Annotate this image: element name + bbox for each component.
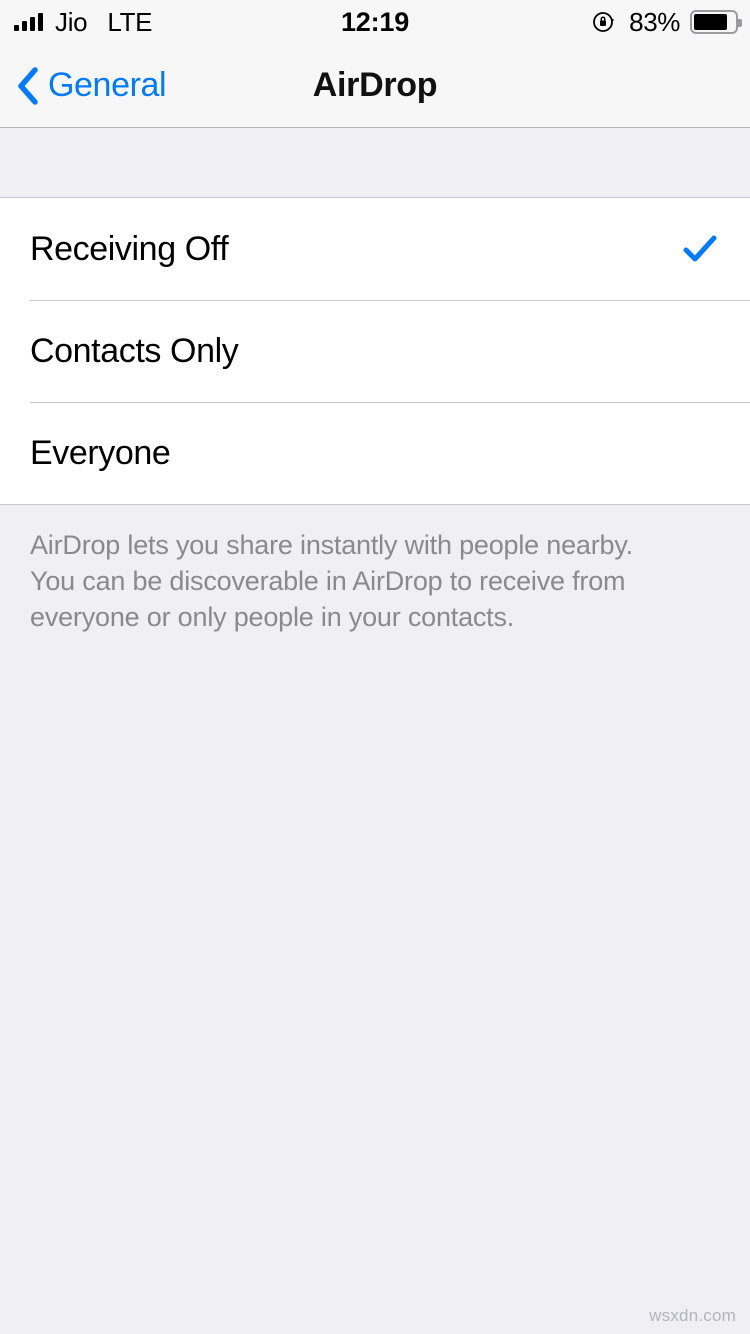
rotation-lock-icon (593, 12, 615, 32)
checkmark-icon (683, 235, 717, 262)
option-label: Contacts Only (30, 331, 239, 370)
navigation-bar: General AirDrop (0, 44, 750, 128)
watermark: wsxdn.com (649, 1306, 736, 1325)
section-spacer (0, 128, 750, 198)
airdrop-options-list: Receiving Off Contacts Only Everyone (0, 198, 750, 505)
screen: Jio LTE 12:19 83% General AirDrop Receiv… (0, 0, 750, 1334)
battery-icon (690, 10, 742, 34)
status-bar: Jio LTE 12:19 83% (0, 0, 750, 44)
page-title: AirDrop (312, 66, 438, 104)
option-row-receiving-off[interactable]: Receiving Off (0, 198, 750, 300)
option-label: Everyone (30, 433, 171, 472)
option-row-everyone[interactable]: Everyone (0, 402, 750, 504)
option-row-contacts-only[interactable]: Contacts Only (0, 300, 750, 402)
option-label: Receiving Off (30, 229, 229, 268)
status-bar-right: 83% (591, 0, 742, 44)
battery-percent-label: 83% (629, 6, 680, 37)
footer-description: AirDrop lets you share instantly with pe… (30, 530, 633, 632)
